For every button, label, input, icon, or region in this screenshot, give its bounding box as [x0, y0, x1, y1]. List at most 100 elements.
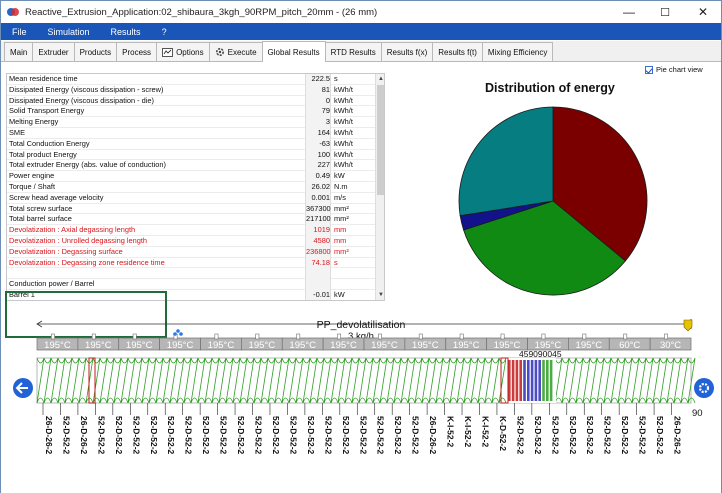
- kneading-disc: [519, 360, 522, 401]
- barrel-flange: [541, 333, 546, 340]
- scroll-up-icon[interactable]: ▲: [376, 74, 384, 84]
- tab-products[interactable]: Products: [73, 42, 118, 61]
- screw-element-label[interactable]: 52-D-52-2: [585, 416, 595, 455]
- tab-label: Mixing Efficiency: [487, 47, 548, 57]
- tab-results-fx[interactable]: Results f(x): [380, 42, 434, 61]
- screw-element-label[interactable]: 52-D-52-2: [149, 416, 159, 455]
- result-label: Devolatization : Degassing surface: [9, 246, 123, 256]
- result-unit: s: [334, 74, 338, 83]
- rpm-label: 90: [692, 408, 703, 419]
- screw-element-label[interactable]: 52-D-52-2: [61, 416, 71, 455]
- result-value: 0: [305, 95, 331, 107]
- tab-execute[interactable]: Execute: [208, 42, 263, 61]
- close-icon[interactable]: ✕: [685, 1, 721, 23]
- tab-mixing-efficiency[interactable]: Mixing Efficiency: [481, 42, 554, 61]
- result-value: 227: [305, 160, 331, 172]
- screw-element-label[interactable]: 26-D-26-2: [673, 416, 683, 455]
- result-unit: kWh/t: [334, 117, 353, 127]
- screw-element-label[interactable]: 52-D-52-2: [411, 416, 421, 455]
- table-row: Total product Energy 100 kWh/t: [7, 149, 384, 161]
- screw-element-label[interactable]: 52-D-52-2: [131, 416, 141, 455]
- screw-element-label[interactable]: 52-D-52-2: [341, 416, 351, 455]
- screw-element-label[interactable]: 52-D-52-2: [166, 416, 176, 455]
- pie-chart-view-toggle[interactable]: Pie chart view: [645, 65, 703, 74]
- barrel-flange: [623, 333, 628, 340]
- minimize-icon[interactable]: —: [611, 1, 647, 23]
- result-unit: kWh/t: [334, 160, 353, 170]
- screw-element-label[interactable]: 52-D-52-2: [96, 416, 106, 455]
- screw-element-label[interactable]: 52-D-52-2: [271, 416, 281, 455]
- screw-element-label[interactable]: 52-D-52-2: [376, 416, 386, 455]
- screw-element-label[interactable]: 52-D-52-2: [323, 416, 333, 455]
- settings-icon[interactable]: [694, 378, 714, 398]
- screw-element-label[interactable]: 52-D-52-2: [655, 416, 665, 455]
- screw-element-label[interactable]: 52-D-52-2: [219, 416, 229, 455]
- result-label: Mean residence time: [9, 74, 78, 83]
- table-scrollbar[interactable]: ▲ ▼: [375, 74, 384, 300]
- application-window: Reactive_Extrusion_Application:02_shibau…: [0, 0, 722, 493]
- screw-element-label[interactable]: 52-D-52-2: [201, 416, 211, 455]
- results-table[interactable]: Mean residence time 222.5 s Dissipated Ener…: [6, 73, 385, 301]
- scroll-down-icon[interactable]: ▼: [376, 290, 384, 300]
- screw-element-label[interactable]: 52-D-52-2: [638, 416, 648, 455]
- screw-element-label[interactable]: 26-D-26-2: [44, 416, 54, 455]
- tab-options[interactable]: Options: [156, 42, 210, 61]
- table-row: Total Conduction Energy -63 kWh/t: [7, 138, 384, 150]
- screw-element-label[interactable]: 52-D-52-2: [550, 416, 560, 455]
- tab-main[interactable]: Main: [4, 42, 34, 61]
- screw-element-label[interactable]: 52-D-52-2: [254, 416, 264, 455]
- result-value: 222.5: [305, 74, 331, 85]
- result-label: Torque / Shaft: [9, 181, 56, 191]
- tab-process[interactable]: Process: [116, 42, 158, 61]
- screw-element-label[interactable]: 26-D-26-2: [428, 416, 438, 455]
- tab-extruder[interactable]: Extruder: [32, 42, 75, 61]
- scroll-thumb[interactable]: [377, 85, 384, 195]
- screw-element-label[interactable]: K-I-52-2: [463, 416, 473, 447]
- maximize-icon[interactable]: ☐: [647, 1, 683, 23]
- screw-element-label[interactable]: 52-D-52-2: [393, 416, 403, 455]
- screw-element-label[interactable]: K-I-52-2: [446, 416, 456, 447]
- table-row: SME 164 kWh/t: [7, 127, 384, 139]
- menu-file[interactable]: File: [1, 27, 37, 37]
- result-label: Total extruder Energy (abs. value of con…: [9, 160, 166, 170]
- screw-element-label[interactable]: K-I-52-2: [480, 416, 490, 447]
- screw-element-label[interactable]: 52-D-52-2: [620, 416, 630, 455]
- checkbox-icon[interactable]: [645, 65, 653, 74]
- screw-element-label[interactable]: 52-D-52-2: [515, 416, 525, 455]
- screw-element-label[interactable]: 52-D-52-2: [184, 416, 194, 455]
- barrel-temperature: 195°C: [167, 340, 194, 351]
- result-label: Power engine: [9, 171, 55, 181]
- screw-element-label[interactable]: 52-D-52-2: [236, 416, 246, 455]
- result-unit: kWh/t: [334, 138, 353, 148]
- tab-rtd-results[interactable]: RTD Results: [324, 42, 382, 61]
- menu-simulation[interactable]: Simulation: [37, 27, 100, 37]
- barrel-temperature: 195°C: [126, 340, 153, 351]
- screw-element-label[interactable]: 52-D-52-2: [358, 416, 368, 455]
- screw-element-label[interactable]: 52-D-52-2: [568, 416, 578, 455]
- screw-element-label[interactable]: 52-D-52-2: [306, 416, 316, 455]
- result-label: Total product Energy: [9, 149, 77, 159]
- result-label: Dissipated Energy (viscous dissipation -…: [9, 84, 164, 94]
- result-unit: kW: [334, 289, 345, 299]
- table-row: Total screw surface 367300 mm²: [7, 203, 384, 215]
- window-title: Reactive_Extrusion_Application:02_shibau…: [25, 6, 378, 18]
- result-value: [305, 268, 331, 280]
- result-value: 100: [305, 149, 331, 161]
- screw-element-label[interactable]: 26-D-26-2: [79, 416, 89, 455]
- menu-help[interactable]: ?: [151, 27, 177, 37]
- stagger-angles-label: 459090045: [519, 349, 562, 359]
- kneading-disc: [546, 360, 549, 401]
- tab-global-results[interactable]: Global Results: [261, 41, 326, 62]
- result-value: 236800: [305, 246, 331, 258]
- tab-results-ft[interactable]: Results f(t): [432, 42, 483, 61]
- options-icon: [162, 47, 174, 57]
- tab-label: Execute: [227, 47, 257, 57]
- screw-element-label[interactable]: 52-D-52-2: [114, 416, 124, 455]
- menu-results[interactable]: Results: [100, 27, 151, 37]
- result-label: Total Conduction Energy: [9, 138, 90, 148]
- screw-element-label[interactable]: 52-D-52-2: [533, 416, 543, 455]
- screw-element-label[interactable]: 52-D-52-2: [603, 416, 613, 455]
- screw-element-label[interactable]: K-D-52-2: [498, 416, 508, 451]
- screw-element-label[interactable]: 52-D-52-2: [288, 416, 298, 455]
- result-unit: m/s: [334, 192, 346, 202]
